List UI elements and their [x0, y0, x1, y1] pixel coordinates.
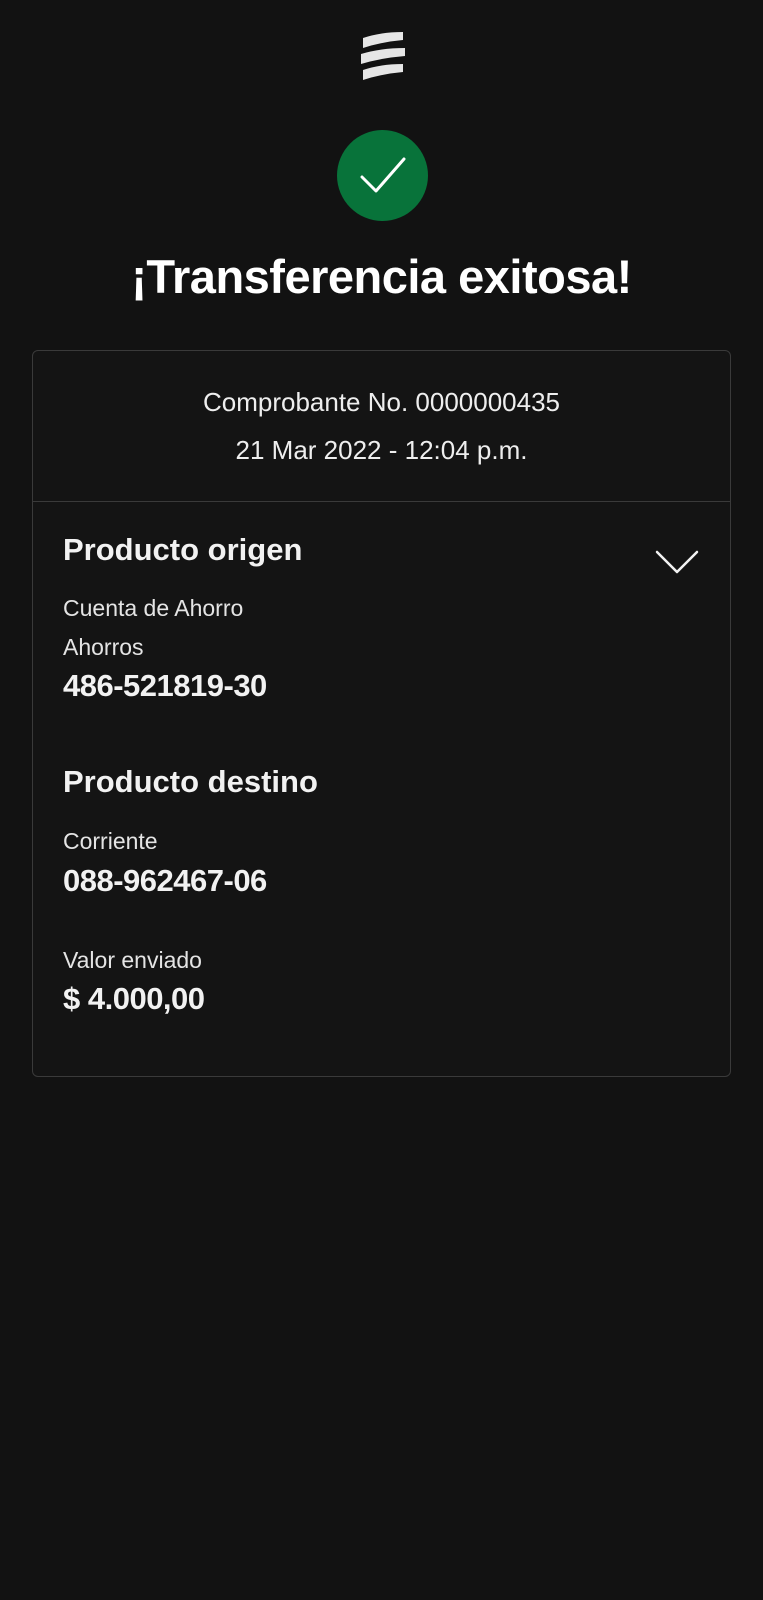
- bank-logo-icon: [355, 28, 411, 82]
- chevron-down-icon[interactable]: [655, 549, 699, 575]
- origin-account-number: 486-521819-30: [63, 668, 267, 703]
- receipt-number: Comprobante No. 0000000435: [202, 387, 561, 417]
- origin-account-type: Cuenta de Ahorro: [63, 595, 244, 621]
- success-check-icon: [337, 130, 428, 221]
- origin-account-subtype: Ahorros: [63, 634, 144, 660]
- receipt-datetime: 21 Mar 2022 - 12:04 p.m.: [235, 435, 528, 465]
- amount-label: Valor enviado: [63, 947, 202, 973]
- destination-account-type: Corriente: [63, 828, 158, 854]
- amount-value: $ 4.000,00: [63, 981, 205, 1016]
- receipt-header: Comprobante No. 0000000435 21 Mar 2022 -…: [33, 351, 730, 502]
- destination-account-number: 088-962467-06: [63, 863, 267, 898]
- origin-section-title: Producto origen: [63, 532, 303, 567]
- page-title: ¡Transferencia exitosa!: [131, 250, 632, 303]
- destination-section-title: Producto destino: [63, 764, 318, 799]
- receipt-card: Comprobante No. 0000000435 21 Mar 2022 -…: [32, 350, 731, 1077]
